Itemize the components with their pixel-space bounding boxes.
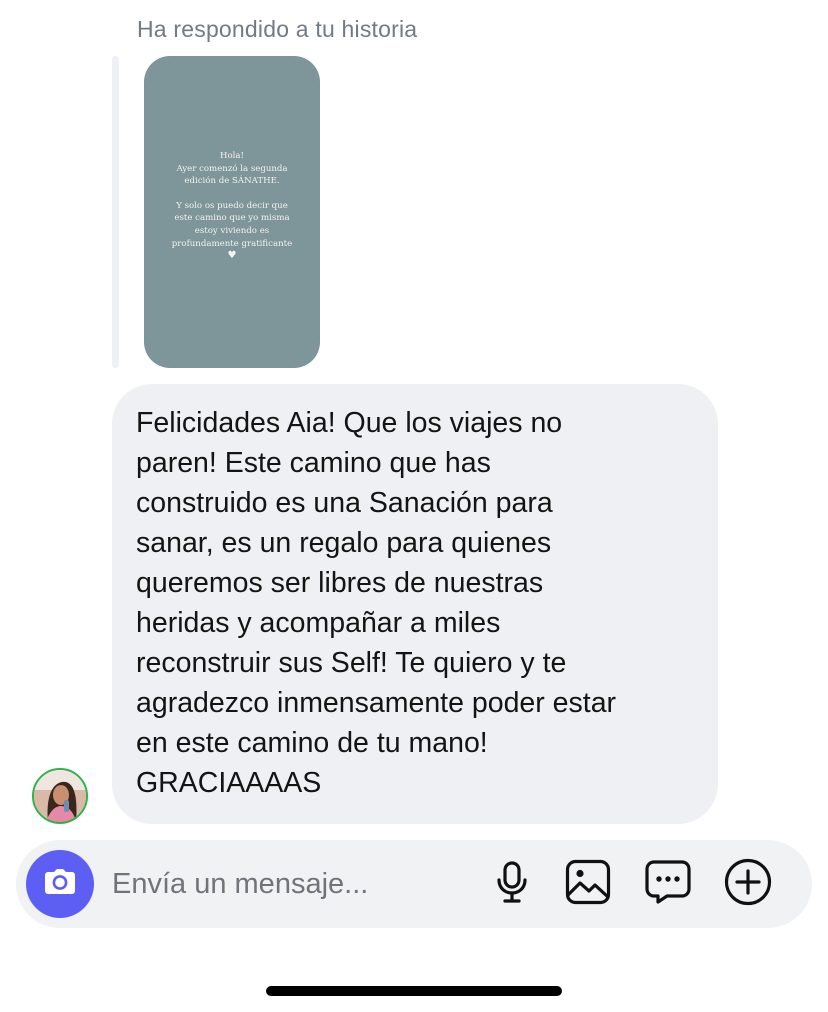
camera-icon <box>42 864 78 905</box>
add-icon <box>724 858 772 911</box>
home-indicator[interactable] <box>266 986 562 996</box>
microphone-icon <box>492 860 532 909</box>
heart-icon: ♥ <box>227 250 237 262</box>
story-quote-bar <box>112 56 119 368</box>
photo-gallery-icon <box>565 859 611 910</box>
sticker-chat-icon <box>645 859 691 910</box>
story-text: Hola! Ayer comenzó la segunda edición de… <box>154 150 310 262</box>
message-composer <box>16 840 812 928</box>
message-input[interactable] <box>112 860 472 908</box>
story-text-paragraph: Hola! Ayer comenzó la segunda edición de… <box>176 151 288 187</box>
photo-gallery-button[interactable] <box>564 859 612 910</box>
add-button[interactable] <box>724 858 772 911</box>
story-thumbnail[interactable]: Hola! Ayer comenzó la segunda edición de… <box>144 56 320 368</box>
story-text-paragraph: Y solo os puedo decir que este camino qu… <box>171 200 293 249</box>
sticker-chat-button[interactable] <box>644 859 692 910</box>
microphone-button[interactable] <box>488 860 536 908</box>
direct-message-thread: Ha respondido a tu historia Hola! Ayer c… <box>0 0 828 1012</box>
message-bubble[interactable]: Felicidades Aia! Que los viajes no paren… <box>112 384 718 824</box>
camera-button[interactable] <box>26 850 94 918</box>
message-text: Felicidades Aia! Que los viajes no paren… <box>136 407 617 799</box>
avatar[interactable] <box>32 768 88 824</box>
story-reply-caption: Ha respondido a tu historia <box>137 16 418 42</box>
